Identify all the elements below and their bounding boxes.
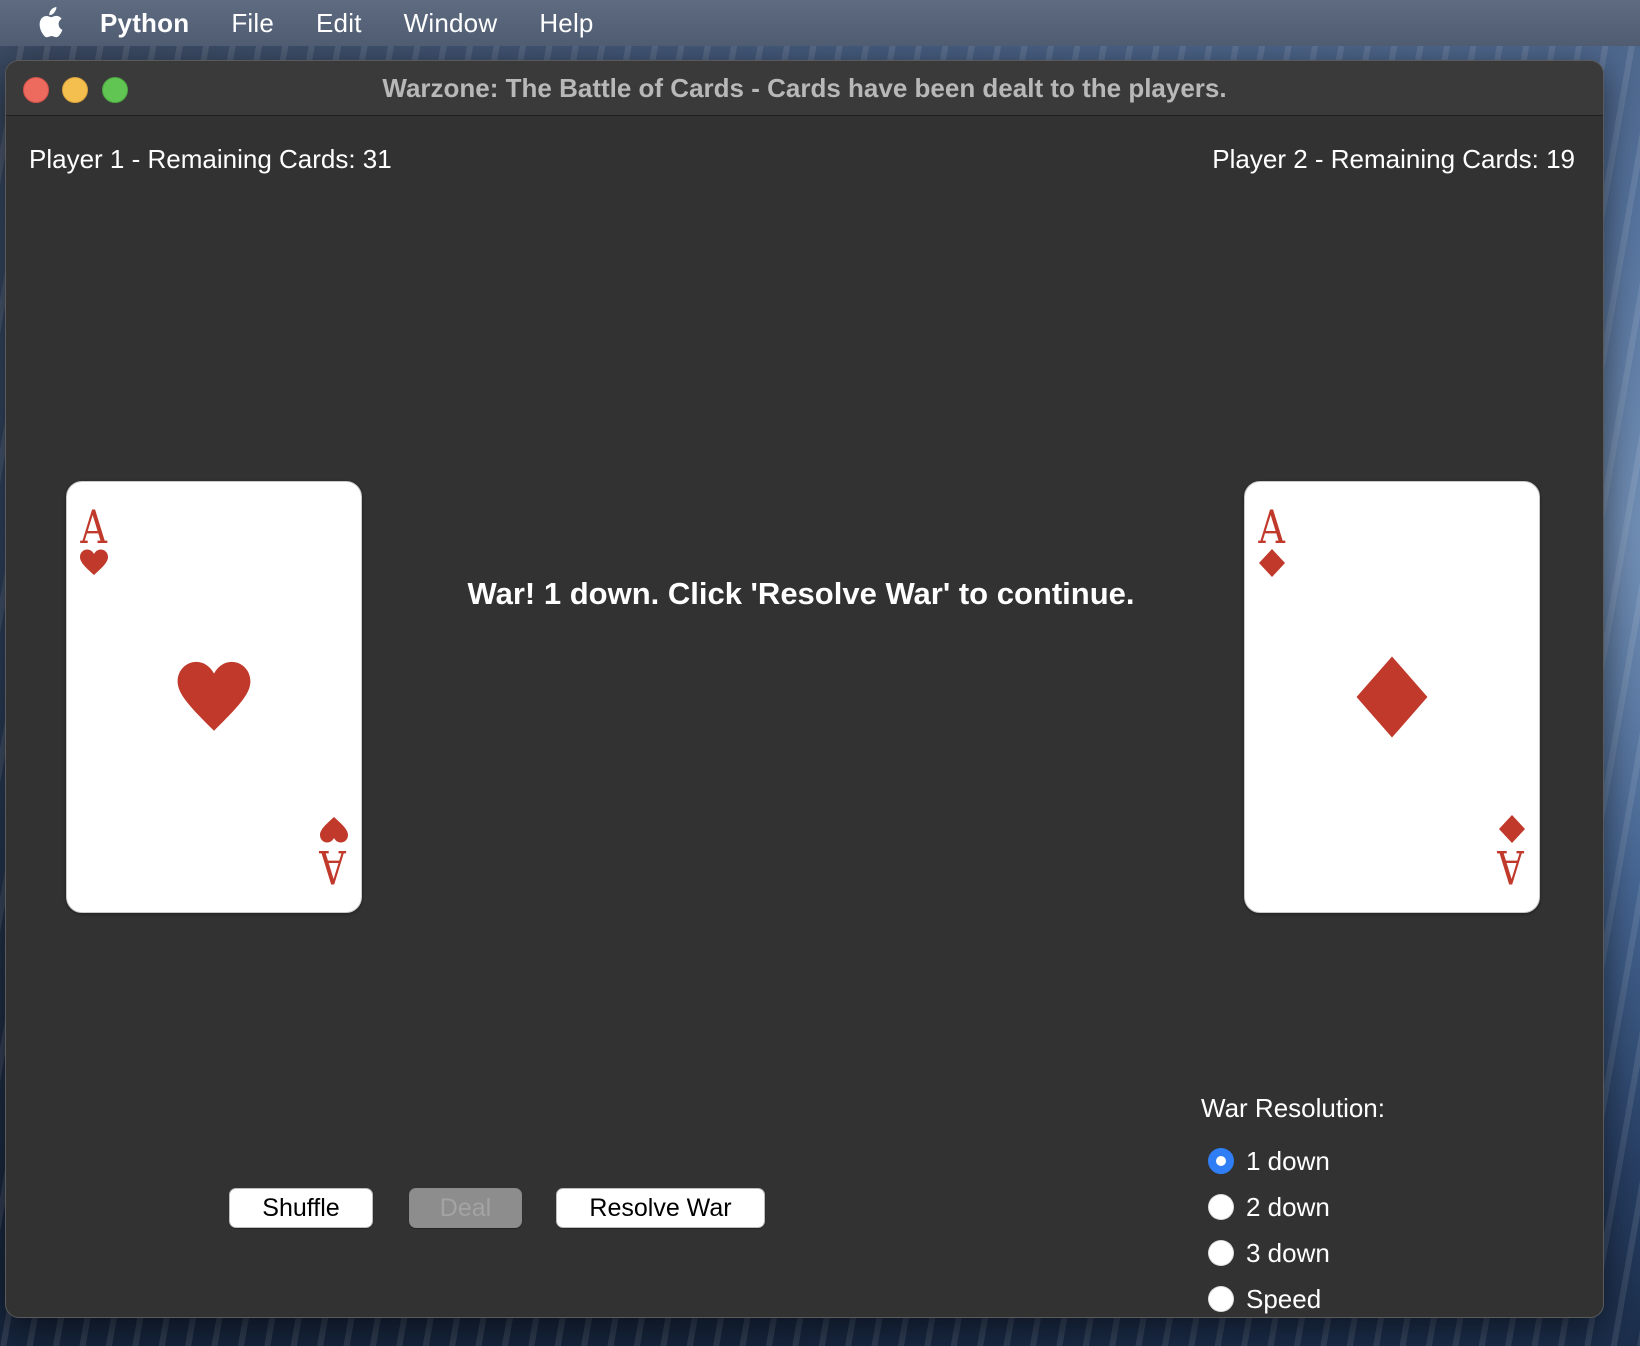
player1-card: A A bbox=[66, 481, 362, 913]
radio-label: Speed bbox=[1246, 1283, 1322, 1314]
status-message: War! 1 down. Click 'Resolve War' to cont… bbox=[467, 576, 1135, 611]
war-resolution-heading: War Resolution: bbox=[1201, 1093, 1385, 1123]
diamond-icon bbox=[1259, 549, 1285, 577]
radio-button[interactable] bbox=[1208, 1240, 1234, 1266]
radio-label: 2 down bbox=[1246, 1191, 1330, 1222]
card-rank-top: A bbox=[80, 500, 107, 554]
radio-option-2-down[interactable]: 2 down bbox=[1201, 1184, 1385, 1230]
window-title: Warzone: The Battle of Cards - Cards hav… bbox=[382, 73, 1227, 103]
heart-icon bbox=[177, 661, 251, 731]
menu-bar: Python File Edit Window Help bbox=[0, 0, 1640, 46]
diamond-icon bbox=[1356, 656, 1428, 738]
shuffle-button[interactable]: Shuffle bbox=[229, 1188, 373, 1228]
radio-button-selected[interactable] bbox=[1208, 1148, 1234, 1174]
war-resolution-group: War Resolution: 1 down 2 down 3 down Spe… bbox=[1201, 1093, 1385, 1317]
radio-option-speed[interactable]: Speed bbox=[1201, 1276, 1385, 1317]
radio-option-1-down[interactable]: 1 down bbox=[1201, 1138, 1385, 1184]
menu-window[interactable]: Window bbox=[404, 8, 498, 39]
menu-file[interactable]: File bbox=[231, 8, 274, 39]
radio-label: 1 down bbox=[1246, 1145, 1330, 1176]
card-rank-top: A bbox=[1258, 500, 1285, 554]
radio-button[interactable] bbox=[1208, 1194, 1234, 1220]
player2-card: A A bbox=[1244, 481, 1540, 913]
menu-help[interactable]: Help bbox=[539, 8, 593, 39]
radio-button[interactable] bbox=[1208, 1286, 1234, 1312]
heart-icon bbox=[80, 549, 108, 575]
window-titlebar[interactable]: Warzone: The Battle of Cards - Cards hav… bbox=[6, 61, 1603, 116]
card-rank-bottom: A bbox=[319, 840, 346, 894]
menu-app-name[interactable]: Python bbox=[100, 8, 189, 39]
app-window: Warzone: The Battle of Cards - Cards hav… bbox=[5, 60, 1604, 1318]
player2-remaining-label: Player 2 - Remaining Cards: 19 bbox=[1212, 144, 1575, 174]
apple-icon[interactable] bbox=[34, 7, 64, 39]
game-area: Player 1 - Remaining Cards: 31 Player 2 … bbox=[6, 116, 1603, 1317]
radio-option-3-down[interactable]: 3 down bbox=[1201, 1230, 1385, 1276]
radio-label: 3 down bbox=[1246, 1237, 1330, 1268]
card-rank-bottom: A bbox=[1497, 840, 1524, 894]
resolve-war-button[interactable]: Resolve War bbox=[556, 1188, 765, 1228]
player1-remaining-label: Player 1 - Remaining Cards: 31 bbox=[29, 144, 392, 174]
menu-edit[interactable]: Edit bbox=[316, 8, 362, 39]
deal-button[interactable]: Deal bbox=[409, 1188, 522, 1228]
